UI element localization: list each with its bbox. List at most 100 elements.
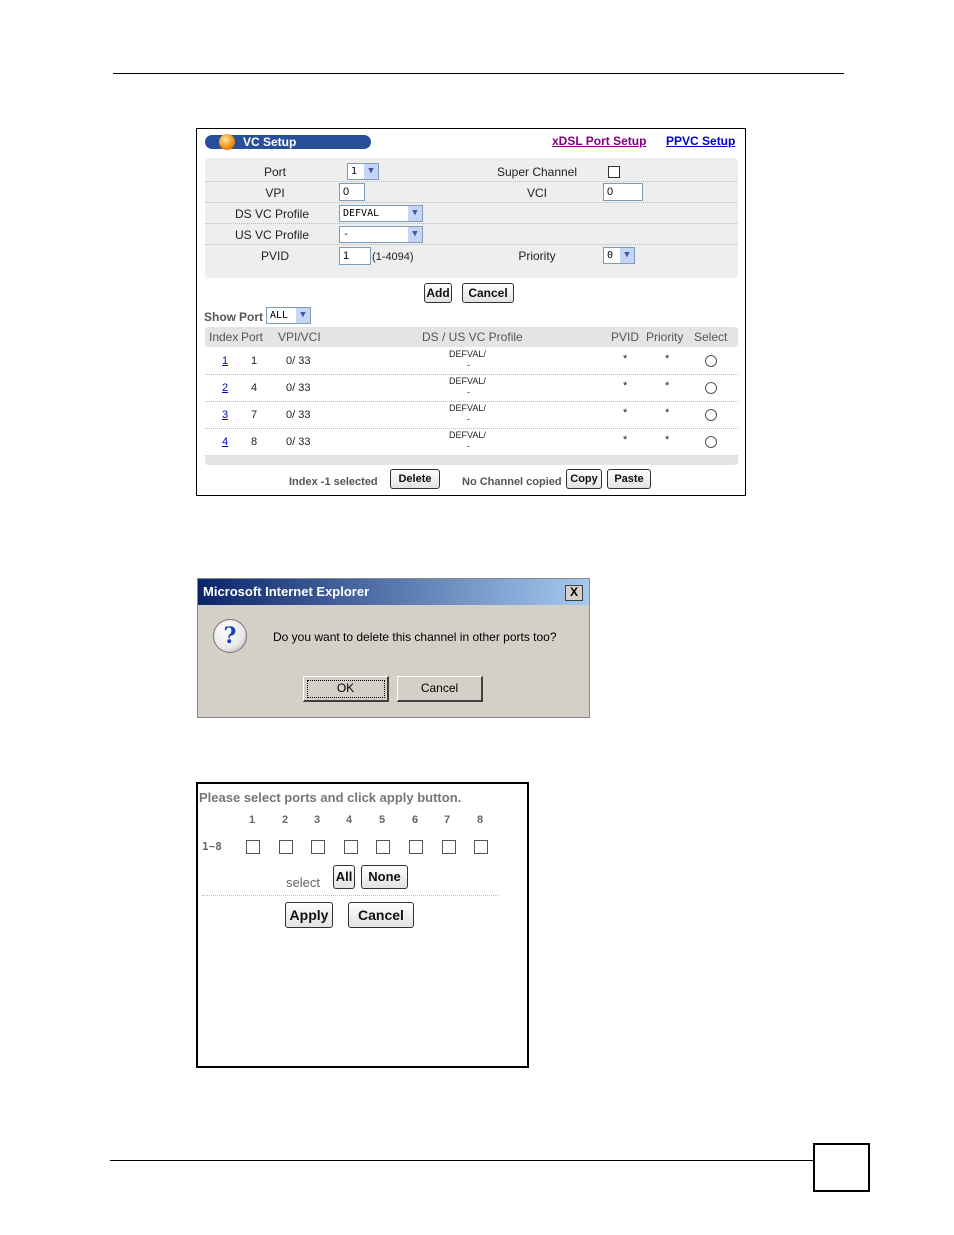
show-port-value: ALL <box>270 310 289 321</box>
port-checkbox[interactable] <box>474 840 488 854</box>
row-priority: * <box>665 434 670 446</box>
port-number: 2 <box>282 814 289 826</box>
cancel-button[interactable]: Cancel <box>462 283 514 303</box>
row-port: 8 <box>251 436 258 448</box>
row-index-link[interactable]: 1 <box>222 355 228 367</box>
row-vpivci: 0/ 33 <box>286 409 311 421</box>
select-label: select <box>286 875 320 890</box>
vpi-input[interactable]: 0 <box>339 183 365 201</box>
select-all-button[interactable]: All <box>333 865 355 889</box>
row-pvid: * <box>623 380 628 392</box>
row-us-profile: - <box>467 360 470 370</box>
ok-button[interactable]: OK <box>303 676 389 702</box>
port-number: 6 <box>412 814 419 826</box>
row-select-radio[interactable] <box>705 436 717 448</box>
chevron-down-icon: ▼ <box>408 227 422 242</box>
port-checkbox[interactable] <box>279 840 293 854</box>
row-port: 1 <box>251 355 258 367</box>
vci-input[interactable]: 0 <box>603 183 643 201</box>
priority-select[interactable]: 0 ▼ <box>603 247 635 264</box>
port-checkbox[interactable] <box>344 840 358 854</box>
page-number-box <box>813 1143 870 1192</box>
port-select[interactable]: 1 ▼ <box>347 163 379 180</box>
table-footer-bar <box>205 455 738 465</box>
row-us-profile: - <box>467 414 470 424</box>
vpi-label: VPI <box>265 186 285 200</box>
row-pvid: * <box>623 353 628 365</box>
dialog-title: Microsoft Internet Explorer <box>203 584 370 599</box>
selected-status: Index -1 selected <box>289 476 378 488</box>
port-number: 8 <box>477 814 484 826</box>
form-row-pvid: PVID 1 (1-4094) Priority 0 ▼ <box>205 245 738 265</box>
col-priority: Priority <box>646 330 684 344</box>
port-select-panel: Please select ports and click apply butt… <box>196 782 529 1068</box>
ds-profile-label: DS VC Profile <box>234 207 310 221</box>
row-index-link[interactable]: 3 <box>222 409 228 421</box>
apply-button[interactable]: Apply <box>285 902 333 928</box>
pvid-input[interactable]: 1 <box>339 247 371 265</box>
delete-button[interactable]: Delete <box>390 469 440 489</box>
super-channel-checkbox[interactable] <box>608 166 620 178</box>
row-port: 7 <box>251 409 258 421</box>
us-profile-label: US VC Profile <box>234 228 310 242</box>
row-priority: * <box>665 380 670 392</box>
row-priority: * <box>665 407 670 419</box>
vc-setup-title-bar: VC Setup <box>205 134 371 150</box>
port-number: 7 <box>444 814 451 826</box>
port-checkbox[interactable] <box>442 840 456 854</box>
copy-button[interactable]: Copy <box>566 469 602 489</box>
paste-button[interactable]: Paste <box>607 469 651 489</box>
header-rule <box>113 73 844 74</box>
row-ds-profile: DEFVAL/ <box>449 376 486 386</box>
priority-select-value: 0 <box>607 250 614 261</box>
port-select-prompt: Please select ports and click apply butt… <box>199 790 462 805</box>
copied-status: No Channel copied <box>462 476 562 488</box>
us-profile-select[interactable]: - ▼ <box>339 226 423 243</box>
orb-icon <box>219 134 235 150</box>
chevron-down-icon: ▼ <box>296 308 310 323</box>
dialog-title-bar: Microsoft Internet Explorer <box>198 579 589 605</box>
xdsl-port-setup-link[interactable]: xDSL Port Setup <box>552 134 646 148</box>
port-checkbox[interactable] <box>246 840 260 854</box>
row-index-link[interactable]: 4 <box>222 436 228 448</box>
row-index-link[interactable]: 2 <box>222 382 228 394</box>
form-row-vpi: VPI 0 VCI 0 <box>205 182 738 203</box>
row-pvid: * <box>623 434 628 446</box>
pvid-range: (1-4094) <box>372 251 414 263</box>
confirm-dialog: Microsoft Internet Explorer X ? Do you w… <box>197 578 590 718</box>
select-none-button[interactable]: None <box>361 865 408 889</box>
port-number: 3 <box>314 814 321 826</box>
port-checkbox[interactable] <box>376 840 390 854</box>
ds-profile-select[interactable]: DEFVAL ▼ <box>339 205 423 222</box>
form-row-us-profile: US VC Profile - ▼ <box>205 224 738 245</box>
port-select-value: 1 <box>351 166 358 177</box>
row-select-radio[interactable] <box>705 409 717 421</box>
port-number: 5 <box>379 814 386 826</box>
dialog-message: Do you want to delete this channel in ot… <box>273 630 557 644</box>
port-cancel-button[interactable]: Cancel <box>348 902 414 928</box>
vc-setup-panel: VC Setup xDSL Port Setup PPVC Setup Port… <box>196 128 746 496</box>
chevron-down-icon: ▼ <box>408 206 422 221</box>
table-row: 2 4 0/ 33 DEFVAL/ - * * <box>205 375 738 402</box>
show-port-select[interactable]: ALL ▼ <box>266 307 311 324</box>
close-icon[interactable]: X <box>565 585 583 601</box>
row-select-radio[interactable] <box>705 382 717 394</box>
dialog-cancel-button[interactable]: Cancel <box>397 676 483 702</box>
row-vpivci: 0/ 33 <box>286 355 311 367</box>
priority-label: Priority <box>518 249 556 263</box>
channel-table-header: Index Port VPI/VCI DS / US VC Profile PV… <box>205 327 738 347</box>
port-checkbox[interactable] <box>409 840 423 854</box>
divider <box>202 895 498 897</box>
question-icon: ? <box>213 619 247 653</box>
col-vpivci: VPI/VCI <box>278 330 321 344</box>
row-port: 4 <box>251 382 258 394</box>
col-select: Select <box>694 330 728 344</box>
super-channel-label: Super Channel <box>496 165 578 179</box>
ppvc-setup-link[interactable]: PPVC Setup <box>666 134 735 148</box>
row-select-radio[interactable] <box>705 355 717 367</box>
form-row-ds-profile: DS VC Profile DEFVAL ▼ <box>205 203 738 224</box>
col-profile: DS / US VC Profile <box>422 330 523 344</box>
add-button[interactable]: Add <box>424 283 452 303</box>
port-label: Port <box>263 165 286 179</box>
port-checkbox[interactable] <box>311 840 325 854</box>
